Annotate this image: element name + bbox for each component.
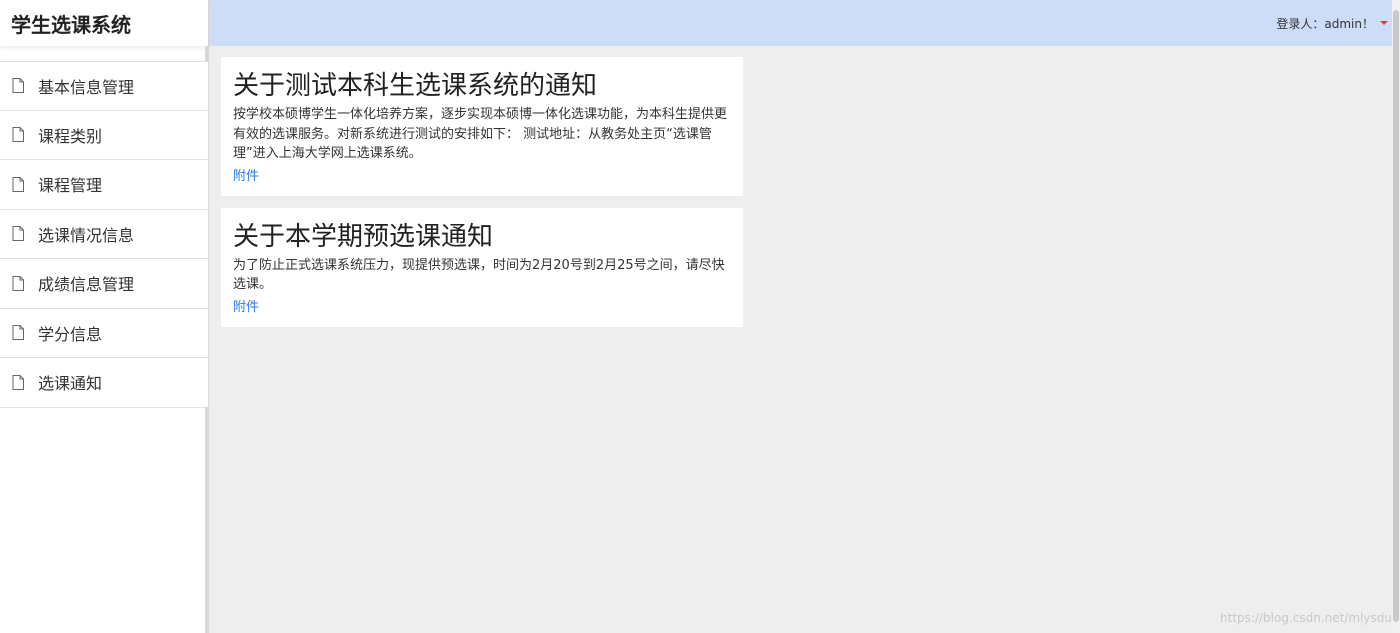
sidebar-item-label: 学分信息 — [38, 324, 103, 344]
notice-title: 关于测试本科生选课系统的通知 — [233, 71, 598, 101]
file-icon — [12, 275, 24, 291]
attachment-link[interactable]: 附件 — [233, 296, 259, 315]
sidebar-item-label: 选课情况信息 — [38, 225, 135, 245]
top-bar: 登录人：admin！ — [209, 0, 1400, 46]
file-icon — [12, 374, 24, 390]
caret-down-icon — [1380, 21, 1388, 25]
page-scrollbar[interactable] — [1392, 0, 1400, 633]
user-menu[interactable]: 登录人：admin！ — [1276, 15, 1388, 32]
notice-list: 关于测试本科生选课系统的通知 按学校本硕博学生一体化培养方案，逐步实现本硕博一体… — [221, 57, 743, 339]
sidebar-item-label: 课程类别 — [38, 126, 103, 146]
attachment-link[interactable]: 附件 — [233, 165, 259, 184]
sidebar-scroll-rail — [205, 46, 209, 62]
sidebar: 学生选课系统 基本信息管理 课程类别 课程管理 选课情况信息 成绩信息管理 学分… — [0, 0, 209, 633]
sidebar-menu: 基本信息管理 课程类别 课程管理 选课情况信息 成绩信息管理 学分信息 选课通知 — [0, 61, 208, 408]
file-icon — [12, 226, 24, 242]
sidebar-item-grades[interactable]: 成绩信息管理 — [0, 259, 208, 309]
notice-title: 关于本学期预选课通知 — [233, 221, 494, 252]
sidebar-item-notices[interactable]: 选课通知 — [0, 358, 208, 408]
file-icon — [12, 78, 24, 94]
sidebar-item-label: 成绩信息管理 — [38, 275, 135, 295]
sidebar-item-course-management[interactable]: 课程管理 — [0, 160, 208, 210]
notice-body: 为了防止正式选课系统压力，现提供预选课，时间为2月20号到2月25号之间，请尽快… — [233, 257, 725, 293]
sidebar-item-credits[interactable]: 学分信息 — [0, 309, 208, 358]
notice-card: 关于本学期预选课通知 为了防止正式选课系统压力，现提供预选课，时间为2月20号到… — [221, 207, 743, 327]
watermark: https://blog.csdn.net/mlysdu — [1220, 611, 1392, 625]
sidebar-item-label: 基本信息管理 — [38, 77, 135, 97]
sidebar-scroll-edge — [205, 407, 209, 633]
app-title: 学生选课系统 — [0, 0, 208, 46]
file-icon — [12, 127, 24, 143]
app-root: 学生选课系统 基本信息管理 课程类别 课程管理 选课情况信息 成绩信息管理 学分… — [0, 0, 1400, 633]
sidebar-item-label: 课程管理 — [38, 176, 103, 196]
file-icon — [12, 176, 24, 192]
notice-body: 按学校本硕博学生一体化培养方案，逐步实现本硕博一体化选课功能，为本科生提供更有效… — [233, 107, 728, 161]
sidebar-item-basic-info[interactable]: 基本信息管理 — [0, 61, 208, 111]
user-label: 登录人：admin！ — [1276, 16, 1374, 31]
scrollbar-thumb[interactable] — [1393, 10, 1399, 622]
file-icon — [12, 325, 24, 341]
notice-card: 关于测试本科生选课系统的通知 按学校本硕博学生一体化培养方案，逐步实现本硕博一体… — [221, 57, 743, 196]
sidebar-item-selection-info[interactable]: 选课情况信息 — [0, 210, 208, 259]
sidebar-item-course-category[interactable]: 课程类别 — [0, 111, 208, 160]
sidebar-item-label: 选课通知 — [38, 374, 103, 394]
